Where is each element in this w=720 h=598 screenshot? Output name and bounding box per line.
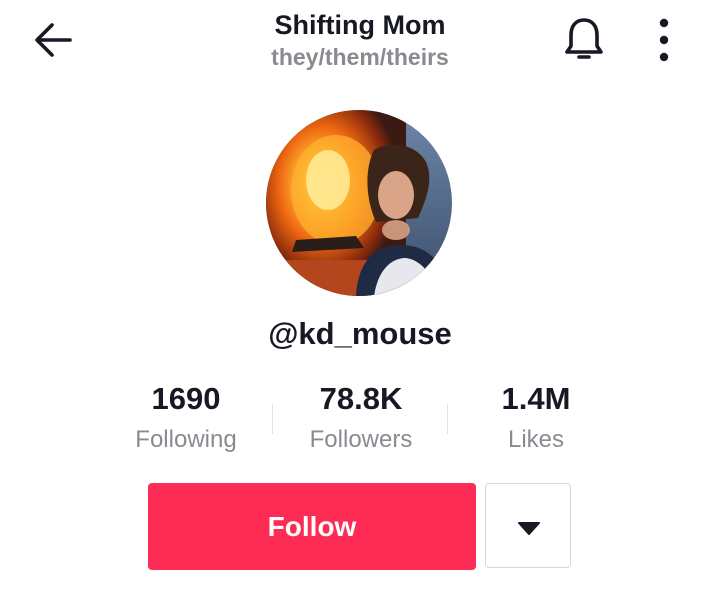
- more-vertical-icon: [659, 18, 669, 62]
- followers-label: Followers: [309, 426, 413, 453]
- stat-following[interactable]: 1690 Following: [96, 380, 276, 456]
- more-options-button[interactable]: [648, 16, 680, 64]
- notifications-button[interactable]: [561, 14, 607, 64]
- stat-likes[interactable]: 1.4M Likes: [446, 380, 626, 456]
- caret-down-icon: [518, 522, 540, 535]
- followers-count: 78.8K: [319, 381, 403, 416]
- following-count: 1690: [151, 381, 221, 416]
- stat-followers[interactable]: 78.8K Followers: [271, 380, 451, 456]
- avatar-image: [266, 110, 452, 296]
- arrow-left-icon: [35, 23, 72, 57]
- likes-label: Likes: [507, 426, 565, 453]
- back-button[interactable]: [30, 20, 78, 60]
- likes-count: 1.4M: [501, 381, 571, 416]
- avatar[interactable]: [266, 110, 452, 296]
- bell-icon: [565, 18, 603, 59]
- pronouns-subtitle: they/them/theirs: [271, 44, 449, 70]
- header-title-block: Shifting Mom they/them/theirs: [160, 8, 560, 72]
- follow-button[interactable]: Follow: [148, 483, 476, 570]
- page-title: Shifting Mom: [274, 10, 446, 40]
- profile-page: Shifting Mom they/them/theirs @kd_mouse …: [0, 0, 720, 598]
- following-label: Following: [135, 426, 237, 453]
- suggested-accounts-dropdown-button[interactable]: [485, 483, 571, 568]
- username: @kd_mouse: [268, 316, 452, 351]
